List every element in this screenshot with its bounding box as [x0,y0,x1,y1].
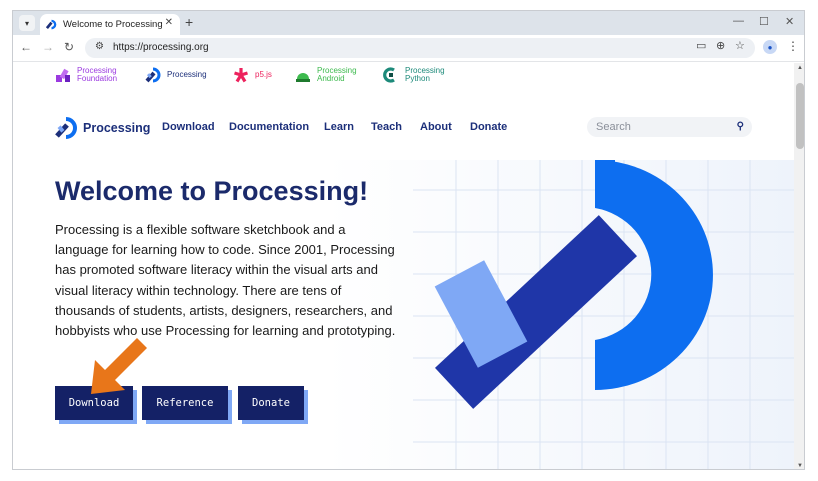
browser-toolbar: ← → ↻ ⚙ https://processing.org ▭ ⊕ ☆ ● ⋮ [13,35,804,62]
python-label-2: Python [405,74,430,83]
hero-description: Processing is a flexible software sketch… [55,222,396,339]
tab-title: Welcome to Processing! / Pr [63,19,163,30]
nav-link-download[interactable]: Download [162,121,215,133]
minimize-icon[interactable]: — [733,15,744,27]
foundation-label-2: Foundation [77,74,118,83]
close-tab-icon[interactable]: ✕ [165,17,173,28]
reload-icon[interactable]: ↻ [64,40,74,54]
nav-link-about[interactable]: About [420,121,452,133]
nav-link-documentation[interactable]: Documentation [229,121,309,133]
page-scrollbar[interactable]: ▲ ▼ [794,63,804,469]
link-processing-foundation[interactable]: Processing Foundation [55,67,117,83]
bookmark-star-icon[interactable]: ☆ [735,39,745,52]
reference-button[interactable]: Reference [142,386,228,420]
link-processing[interactable]: Processing [145,67,207,83]
search-icon[interactable]: ⚲ [737,121,744,132]
forward-icon[interactable]: → [42,40,54,54]
processing-favicon [46,19,57,30]
back-icon[interactable]: ← [20,40,32,54]
page-title: Welcome to Processing! [55,176,369,206]
android-logo-icon [296,73,310,82]
nav-link-learn[interactable]: Learn [324,121,354,133]
browser-window: ▾ Welcome to Processing! / Pr ✕ + — ☐ ✕ … [12,10,805,470]
android-label-2: Android [317,74,345,83]
site-settings-icon[interactable]: ⚙ [95,41,104,52]
cast-icon[interactable]: ▭ [696,39,706,52]
scrollbar-thumb[interactable] [796,83,804,149]
browser-tab[interactable]: Welcome to Processing! / Pr ✕ [40,14,180,35]
site-logo[interactable]: Processing [55,117,150,139]
nav-link-teach[interactable]: Teach [371,121,402,133]
hero-section: Welcome to Processing! Processing is a f… [13,160,794,469]
logo-text: Processing [83,121,151,135]
search-input[interactable]: Search ⚲ [587,117,752,137]
hero-illustration [413,160,794,469]
foundation-logo-icon [56,68,70,82]
new-tab-icon[interactable]: + [185,14,193,30]
link-p5js[interactable]: p5.js [233,67,272,83]
p5js-asterisk-icon [234,68,248,83]
menu-kebab-icon[interactable]: ⋮ [787,39,799,53]
p5js-label: p5.js [255,70,272,79]
scroll-up-icon[interactable]: ▲ [797,65,803,71]
scroll-down-icon[interactable]: ▼ [797,463,803,469]
nav-link-donate[interactable]: Donate [470,121,507,133]
donate-button[interactable]: Donate [238,386,304,420]
url-text: https://processing.org [113,42,209,53]
zoom-icon[interactable]: ⊕ [716,39,725,52]
hero-blue-base [595,160,615,208]
profile-avatar-icon[interactable]: ● [763,40,777,54]
address-bar[interactable]: ⚙ https://processing.org [85,38,755,58]
page-viewport: Processing Foundation Processing p5.js P… [13,63,794,469]
search-placeholder: Search [596,121,631,133]
foundation-bar: Processing Foundation Processing p5.js P… [13,63,794,93]
python-logo-icon [383,67,395,83]
maximize-icon[interactable]: ☐ [759,15,769,28]
processing-label: Processing [167,70,207,79]
processing-logo-icon [55,117,77,139]
close-window-icon[interactable]: ✕ [785,15,794,28]
orange-pointer-arrow-icon [91,338,147,394]
tab-strip: ▾ Welcome to Processing! / Pr ✕ + — ☐ ✕ [13,11,804,35]
link-processing-python[interactable]: Processing Python [383,67,445,83]
main-nav: Processing Download Documentation Learn … [13,113,794,143]
link-processing-android[interactable]: Processing Android [295,67,357,83]
tab-search-button[interactable]: ▾ [19,15,35,31]
processing-logo-icon [145,67,161,83]
